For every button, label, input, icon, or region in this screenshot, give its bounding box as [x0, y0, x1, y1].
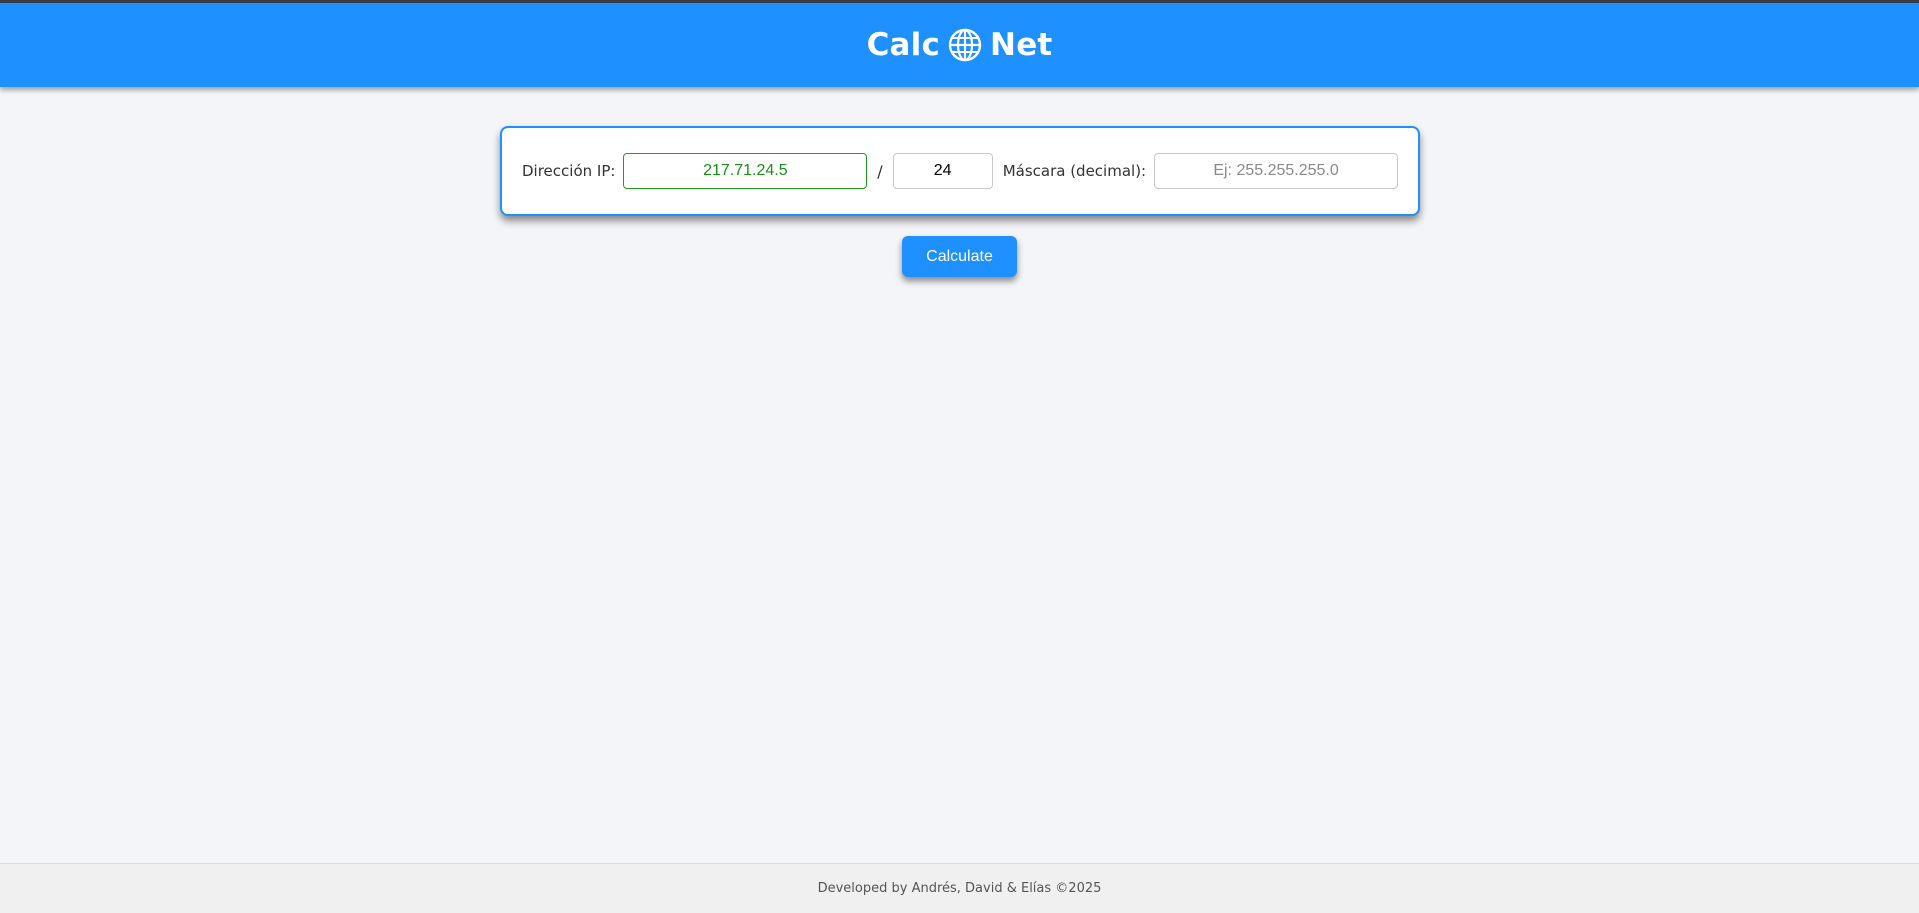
cidr-separator: /: [877, 161, 883, 181]
cidr-prefix-input[interactable]: [892, 153, 993, 189]
ip-address-label: Dirección IP:: [522, 162, 616, 180]
globe-icon: [948, 28, 982, 62]
ip-input-card: Dirección IP: / Máscara (decimal):: [500, 126, 1420, 216]
brand-text-left: Calc: [866, 27, 941, 63]
brand-text-right: Net: [990, 27, 1053, 63]
ip-address-input[interactable]: [623, 153, 868, 189]
calculate-button[interactable]: Calculate: [902, 236, 1017, 277]
footer-credits: Developed by Andrés, David & Elías ©2025: [817, 881, 1102, 896]
mask-decimal-label: Máscara (decimal):: [1002, 162, 1147, 180]
mask-decimal-input[interactable]: [1154, 153, 1398, 189]
app-logo: Calc Net: [867, 27, 1053, 63]
page-footer: Developed by Andrés, David & Elías ©2025: [0, 863, 1919, 913]
app-header: Calc Net: [0, 3, 1919, 87]
